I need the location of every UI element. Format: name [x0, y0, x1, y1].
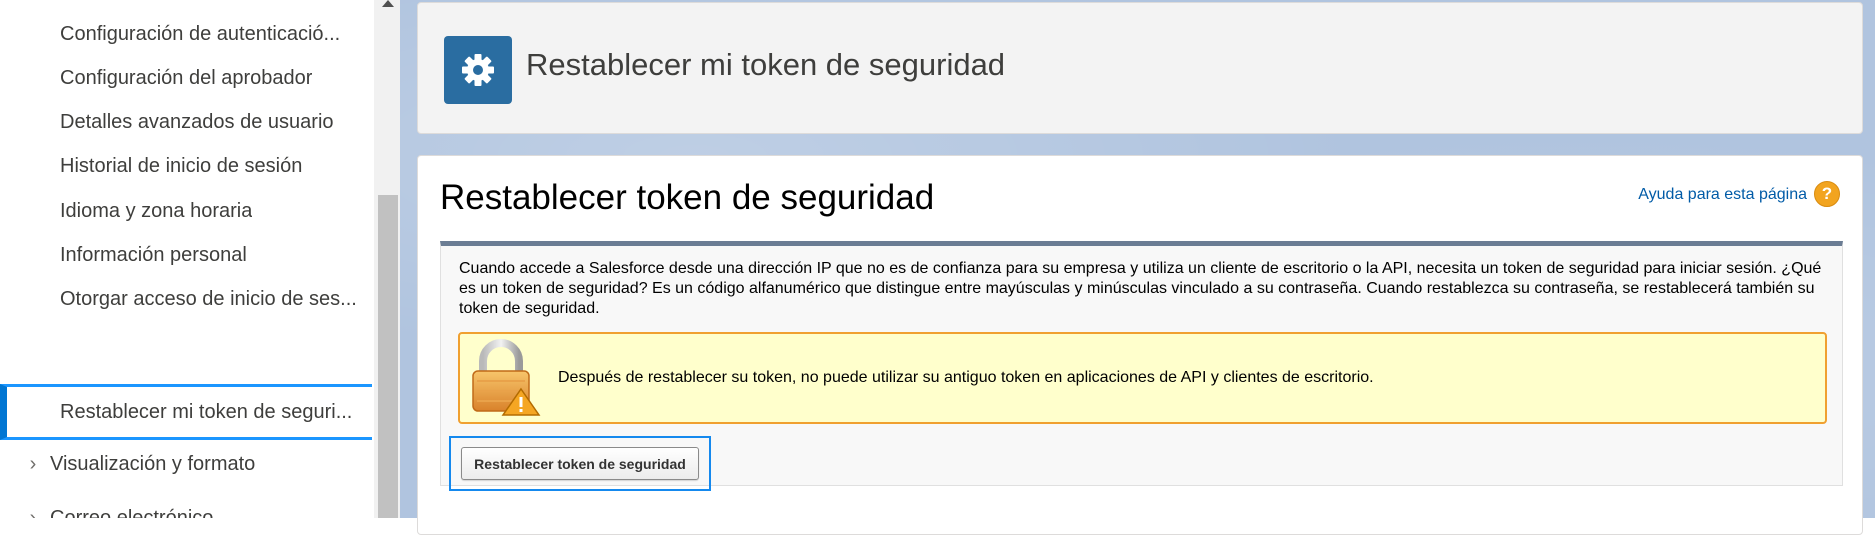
sidebar-item-label: Detalles avanzados de usuario: [60, 111, 334, 133]
page-header-title: Restablecer mi token de seguridad: [526, 47, 1006, 82]
sidebar-group-display-layout[interactable]: › Visualización y formato: [0, 438, 372, 491]
help-icon[interactable]: ?: [1814, 181, 1840, 207]
gear-icon: [444, 36, 512, 104]
main-content-area: Restablecer mi token de seguridad Restab…: [400, 0, 1875, 535]
sidebar-group-email[interactable]: › Correo electrónico: [0, 492, 372, 518]
warning-text: Después de restablecer su token, no pued…: [558, 369, 1374, 386]
scroll-up-arrow-icon[interactable]: [382, 0, 394, 7]
sidebar-item-label: Información personal: [60, 244, 247, 266]
sidebar-item-label: Otorgar acceso de inicio de ses...: [60, 288, 357, 310]
sidebar-item-label: Configuración de autenticació...: [60, 23, 341, 45]
reset-token-section: Cuando accede a Salesforce desde una dir…: [440, 241, 1843, 491]
sidebar-item-grant-login-access[interactable]: Otorgar acceso de inicio de ses...: [0, 273, 372, 326]
content-card: Restablecer token de seguridad Ayuda par…: [417, 155, 1863, 535]
reset-security-token-button[interactable]: Restablecer token de seguridad: [461, 447, 699, 480]
sidebar-item-label: Configuración del aprobador: [60, 67, 313, 89]
setup-sidebar: Configuración de autenticació... Configu…: [0, 0, 374, 518]
sidebar-group-label: Visualización y formato: [50, 453, 256, 475]
sidebar-group-label: Correo electrónico: [50, 507, 214, 518]
sidebar-item-label: Restablecer mi token de seguri...: [60, 400, 353, 423]
lock-warning-icon: [467, 339, 541, 417]
help-link[interactable]: Ayuda para esta página: [1638, 186, 1807, 204]
chevron-right-icon: ›: [29, 453, 37, 475]
sidebar-item-reset-security-token[interactable]: Restablecer mi token de seguri...: [0, 384, 372, 440]
description-text: Cuando accede a Salesforce desde una dir…: [459, 260, 1822, 317]
button-focus-ring: Restablecer token de seguridad: [449, 436, 711, 491]
sidebar-item-label: Historial de inicio de sesión: [60, 155, 303, 177]
warning-message: Después de restablecer su token, no pued…: [458, 332, 1827, 424]
page-header: Restablecer mi token de seguridad: [417, 2, 1863, 134]
page-title: Restablecer token de seguridad: [440, 178, 935, 217]
chevron-right-icon: ›: [29, 507, 37, 518]
scrollbar-thumb[interactable]: [378, 195, 398, 518]
sidebar-item-label: Idioma y zona horaria: [60, 200, 253, 222]
